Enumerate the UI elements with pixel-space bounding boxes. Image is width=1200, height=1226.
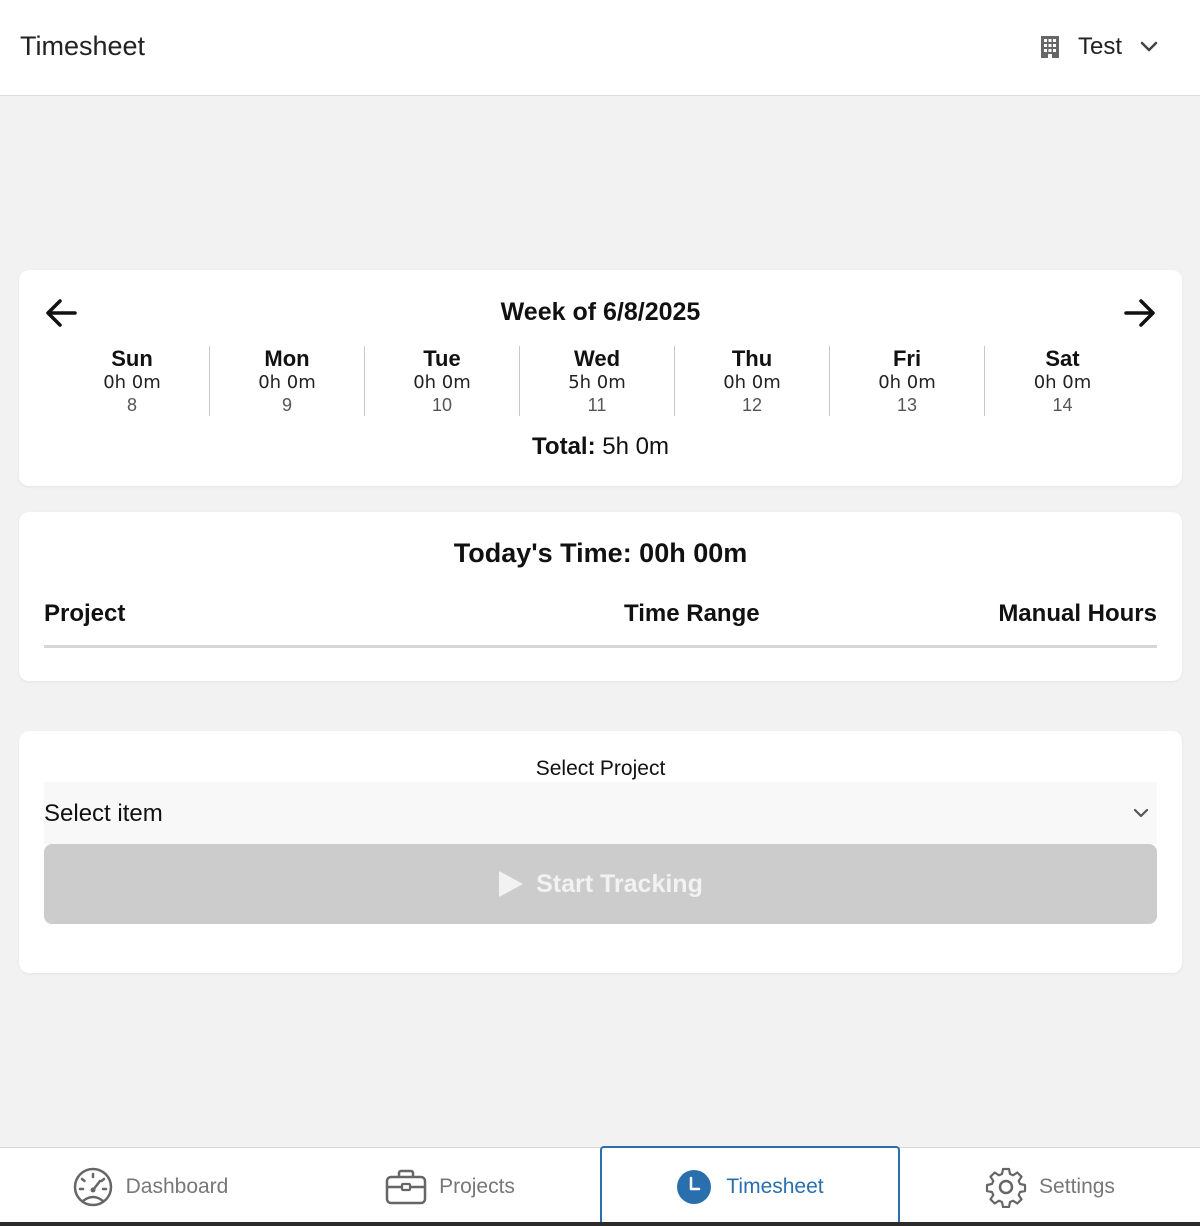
entries-table-header: Project Time Range Manual Hours (44, 598, 1157, 648)
window-bottom-edge (0, 1222, 1200, 1226)
day-date: 13 (896, 395, 918, 415)
tracker-card: Select Project Select item Start Trackin… (19, 731, 1182, 973)
project-select-value: Select item (44, 800, 163, 827)
day-name: Mon (264, 346, 310, 371)
tab-label: Timesheet (726, 1174, 824, 1198)
chevron-down-icon (1133, 808, 1149, 818)
week-days: Sun 0h 0m 8 Mon 0h 0m 9 Tue 0h 0m 10 Wed… (55, 346, 1140, 416)
tab-label: Settings (1039, 1175, 1115, 1198)
day-hours: 0h 0m (878, 372, 936, 393)
tab-settings[interactable]: Settings (900, 1148, 1200, 1226)
day-hours: 0h 0m (258, 372, 316, 393)
total-value: 5h 0m (602, 433, 669, 460)
total-label: Total: (532, 433, 596, 460)
day-date: 14 (1052, 395, 1073, 415)
day-thu[interactable]: Thu 0h 0m 12 (675, 346, 830, 416)
tab-dashboard[interactable]: Dashboard (0, 1148, 300, 1226)
day-hours: 0h 0m (723, 372, 781, 393)
org-name: Test (1077, 33, 1122, 60)
week-total: Total: 5h 0m (19, 433, 1182, 461)
week-summary-card: Week of 6/8/2025 Sun 0h 0m 8 Mon 0h 0m 9… (19, 270, 1182, 486)
tab-label: Dashboard (125, 1175, 229, 1198)
dashboard-icon (73, 1167, 112, 1207)
day-date: 8 (126, 395, 137, 415)
org-switcher[interactable]: Test (1040, 33, 1158, 61)
start-tracking-button[interactable]: Start Tracking (44, 844, 1157, 924)
play-icon (499, 871, 524, 897)
day-name: Tue (423, 346, 461, 371)
tab-label: Projects (439, 1175, 515, 1198)
column-manual-hours: Manual Hours (998, 600, 1157, 627)
day-fri[interactable]: Fri 0h 0m 13 (830, 346, 985, 416)
today-time-title: Today's Time: 00h 00m (453, 538, 748, 568)
gear-icon (985, 1167, 1027, 1208)
day-date: 12 (741, 395, 763, 415)
clock-icon (677, 1169, 712, 1204)
next-week-arrow-icon[interactable] (1122, 298, 1156, 328)
page-title: Timesheet (20, 31, 146, 61)
day-name: Fri (892, 346, 922, 371)
day-tue[interactable]: Tue 0h 0m 10 (365, 346, 520, 416)
day-date: 9 (281, 395, 292, 415)
day-name: Sun (111, 346, 153, 371)
tab-projects[interactable]: Projects (300, 1148, 600, 1226)
app-header: Timesheet Test (0, 0, 1200, 96)
day-date: 11 (587, 395, 607, 415)
day-name: Thu (731, 346, 773, 371)
column-time-range: Time Range (624, 600, 760, 627)
bottom-tab-bar: Dashboard Projects Timesheet Settings (0, 1146, 1200, 1226)
today-card: Today's Time: 00h 00m Project Time Range… (19, 512, 1182, 681)
tab-timesheet[interactable]: Timesheet (600, 1146, 900, 1225)
day-hours: 0h 0m (103, 372, 161, 393)
column-project: Project (44, 600, 126, 627)
day-date: 10 (431, 395, 453, 415)
day-mon[interactable]: Mon 0h 0m 9 (210, 346, 365, 416)
day-name: Wed (573, 346, 621, 371)
week-title: Week of 6/8/2025 (500, 298, 701, 326)
day-hours: 0h 0m (1033, 372, 1092, 393)
day-hours: 5h 0m (568, 372, 626, 393)
select-project-label: Select Project (535, 757, 666, 780)
project-select[interactable]: Select item (44, 782, 1157, 844)
day-wed[interactable]: Wed 5h 0m 11 (520, 346, 675, 416)
start-tracking-label: Start Tracking (536, 869, 703, 898)
day-name: Sat (1045, 346, 1080, 371)
day-sat[interactable]: Sat 0h 0m 14 (985, 346, 1140, 416)
chevron-down-icon (1140, 41, 1158, 52)
day-sun[interactable]: Sun 0h 0m 8 (55, 346, 210, 416)
briefcase-icon (385, 1169, 427, 1205)
building-icon (1040, 36, 1059, 58)
day-hours: 0h 0m (413, 372, 471, 393)
